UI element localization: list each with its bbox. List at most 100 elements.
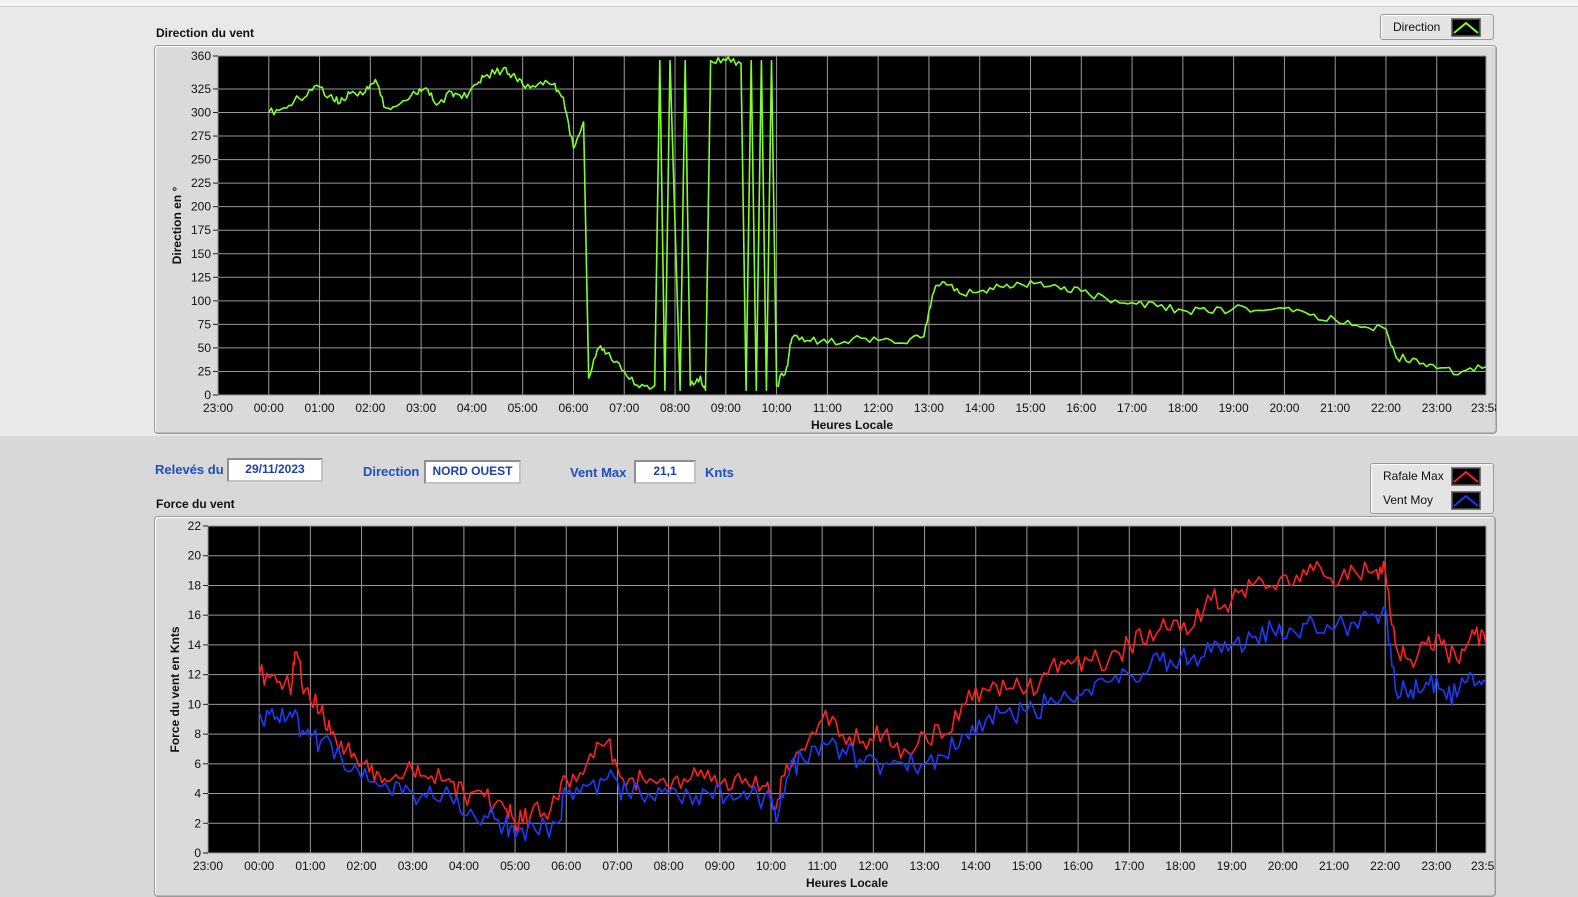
window-top-edge [0, 0, 1578, 7]
y-tick-label: 10 [188, 697, 202, 711]
x-tick-label: 17:00 [1117, 401, 1147, 415]
x-tick-label: 23:00 [1422, 401, 1452, 415]
legend-label-direction: Direction [1393, 20, 1441, 34]
x-tick-label: 17:00 [1114, 859, 1144, 873]
ventmax-value-field[interactable]: 21,1 [634, 460, 696, 484]
x-tick-label: 03:00 [398, 859, 428, 873]
x-tick-label: 20:00 [1268, 859, 1298, 873]
releves-label: Relevés du [155, 462, 224, 477]
x-tick-label: 15:00 [1012, 859, 1042, 873]
y-tick-label: 16 [188, 608, 202, 622]
y-tick-label: 360 [191, 49, 211, 63]
x-tick-label: 18:00 [1165, 859, 1195, 873]
plot-area [208, 526, 1486, 853]
y-tick-label: 50 [198, 341, 212, 355]
x-tick-label: 04:00 [449, 859, 479, 873]
x-tick-label: 01:00 [295, 859, 325, 873]
direction-chart-panel: 23:00 00:00 01:00 02:00 03:00 04:00 05:00 06:00… [154, 45, 1497, 434]
legend-item-rafale-max[interactable]: Rafale Max [1371, 464, 1493, 488]
y-tick-label: 8 [194, 727, 201, 741]
direction-label: Direction [363, 464, 420, 479]
y-tick-label: 14 [188, 638, 202, 652]
x-tick-label: 05:00 [500, 859, 530, 873]
x-tick-label: 23:00 [193, 859, 223, 873]
y-tick-label: 4 [194, 787, 201, 801]
x-tick-label: 13:00 [910, 859, 940, 873]
x-tick-label: 06:00 [558, 401, 588, 415]
x-tick-label: 11:00 [808, 859, 837, 873]
x-tick-label: 20:00 [1269, 401, 1299, 415]
y-tick-label: 25 [198, 364, 212, 378]
legend-label-vent-moy: Vent Moy [1383, 493, 1434, 507]
ventmax-label: Vent Max [570, 465, 627, 480]
y-tick-label: 300 [191, 106, 211, 120]
y-tick-label: 18 [188, 578, 202, 592]
y-axis-title: Direction en ° [170, 187, 184, 265]
x-tick-label: 02:00 [355, 401, 385, 415]
y-tick-label: 225 [191, 176, 211, 190]
x-tick-label: 16:00 [1066, 401, 1096, 415]
x-tick-label: 12:00 [863, 401, 893, 415]
x-tick-label: 02:00 [347, 859, 377, 873]
force-panel-title: Force du vent [156, 497, 235, 511]
legend-label-rafale-max: Rafale Max [1383, 469, 1444, 483]
x-axis-title: Heures Locale [806, 876, 888, 890]
line-swatch-icon [1451, 467, 1481, 486]
x-tick-label: 09:00 [711, 401, 741, 415]
plot-area [218, 56, 1486, 395]
y-tick-label: 200 [191, 200, 211, 214]
y-tick-label: 0 [194, 846, 201, 860]
x-tick-label: 15:00 [1015, 401, 1045, 415]
x-tick-label: 14:00 [961, 859, 991, 873]
y-tick-label: 275 [191, 129, 211, 143]
direction-panel-title: Direction du vent [156, 26, 255, 40]
legend-item-vent-moy[interactable]: Vent Moy [1371, 488, 1493, 512]
x-tick-label: 08:00 [660, 401, 690, 415]
y-axis-title: Force du vent en Knts [168, 626, 182, 752]
x-tick-label: 22:00 [1370, 859, 1400, 873]
x-tick-label: 00:00 [254, 401, 284, 415]
x-tick-label: 23:58 [1471, 401, 1496, 415]
x-axis-title: Heures Locale [811, 418, 893, 432]
y-tick-label: 0 [204, 388, 211, 402]
direction-value-field[interactable]: NORD OUEST [424, 460, 521, 484]
ventmax-unit: Knts [705, 465, 734, 480]
x-tick-label: 19:00 [1217, 859, 1247, 873]
x-tick-label: 23:00 [203, 401, 233, 415]
line-swatch-icon [1451, 18, 1481, 37]
force-legend[interactable]: Rafale Max Vent Moy [1370, 463, 1494, 514]
y-tick-label: 20 [188, 549, 202, 563]
x-tick-label: 09:00 [705, 859, 735, 873]
x-tick-label: 12:00 [858, 859, 888, 873]
x-tick-label: 10:00 [762, 401, 792, 415]
x-tick-label: 06:00 [551, 859, 581, 873]
line-swatch-icon [1451, 491, 1481, 510]
x-tick-label: 22:00 [1371, 401, 1401, 415]
x-tick-label: 07:00 [602, 859, 632, 873]
x-tick-label: 23:58 [1471, 859, 1495, 873]
x-tick-label: 04:00 [457, 401, 487, 415]
y-tick-label: 22 [188, 519, 202, 533]
x-tick-label: 18:00 [1168, 401, 1198, 415]
x-tick-label: 16:00 [1063, 859, 1093, 873]
y-tick-label: 2 [194, 816, 201, 830]
direction-legend[interactable]: Direction [1380, 14, 1494, 40]
x-tick-label: 03:00 [406, 401, 436, 415]
y-tick-label: 175 [191, 223, 211, 237]
x-tick-label: 10:00 [756, 859, 786, 873]
y-tick-label: 250 [191, 153, 211, 167]
releves-date-field[interactable]: 29/11/2023 [227, 458, 323, 482]
x-tick-label: 08:00 [654, 859, 684, 873]
direction-chart[interactable]: 23:00 00:00 01:00 02:00 03:00 04:00 05:00 06:00… [155, 46, 1496, 433]
legend-item-direction[interactable]: Direction [1381, 15, 1493, 39]
y-tick-label: 325 [191, 82, 211, 96]
x-tick-label: 13:00 [914, 401, 944, 415]
x-tick-label: 11:00 [813, 401, 842, 415]
x-tick-label: 23:00 [1421, 859, 1451, 873]
y-tick-label: 75 [198, 317, 212, 331]
x-tick-label: 01:00 [305, 401, 335, 415]
force-chart[interactable]: 23:00 00:00 01:00 02:00 03:00 04:00 05:00 06:00… [155, 517, 1495, 896]
x-tick-label: 19:00 [1219, 401, 1249, 415]
y-tick-label: 6 [194, 757, 201, 771]
x-tick-label: 21:00 [1319, 859, 1349, 873]
